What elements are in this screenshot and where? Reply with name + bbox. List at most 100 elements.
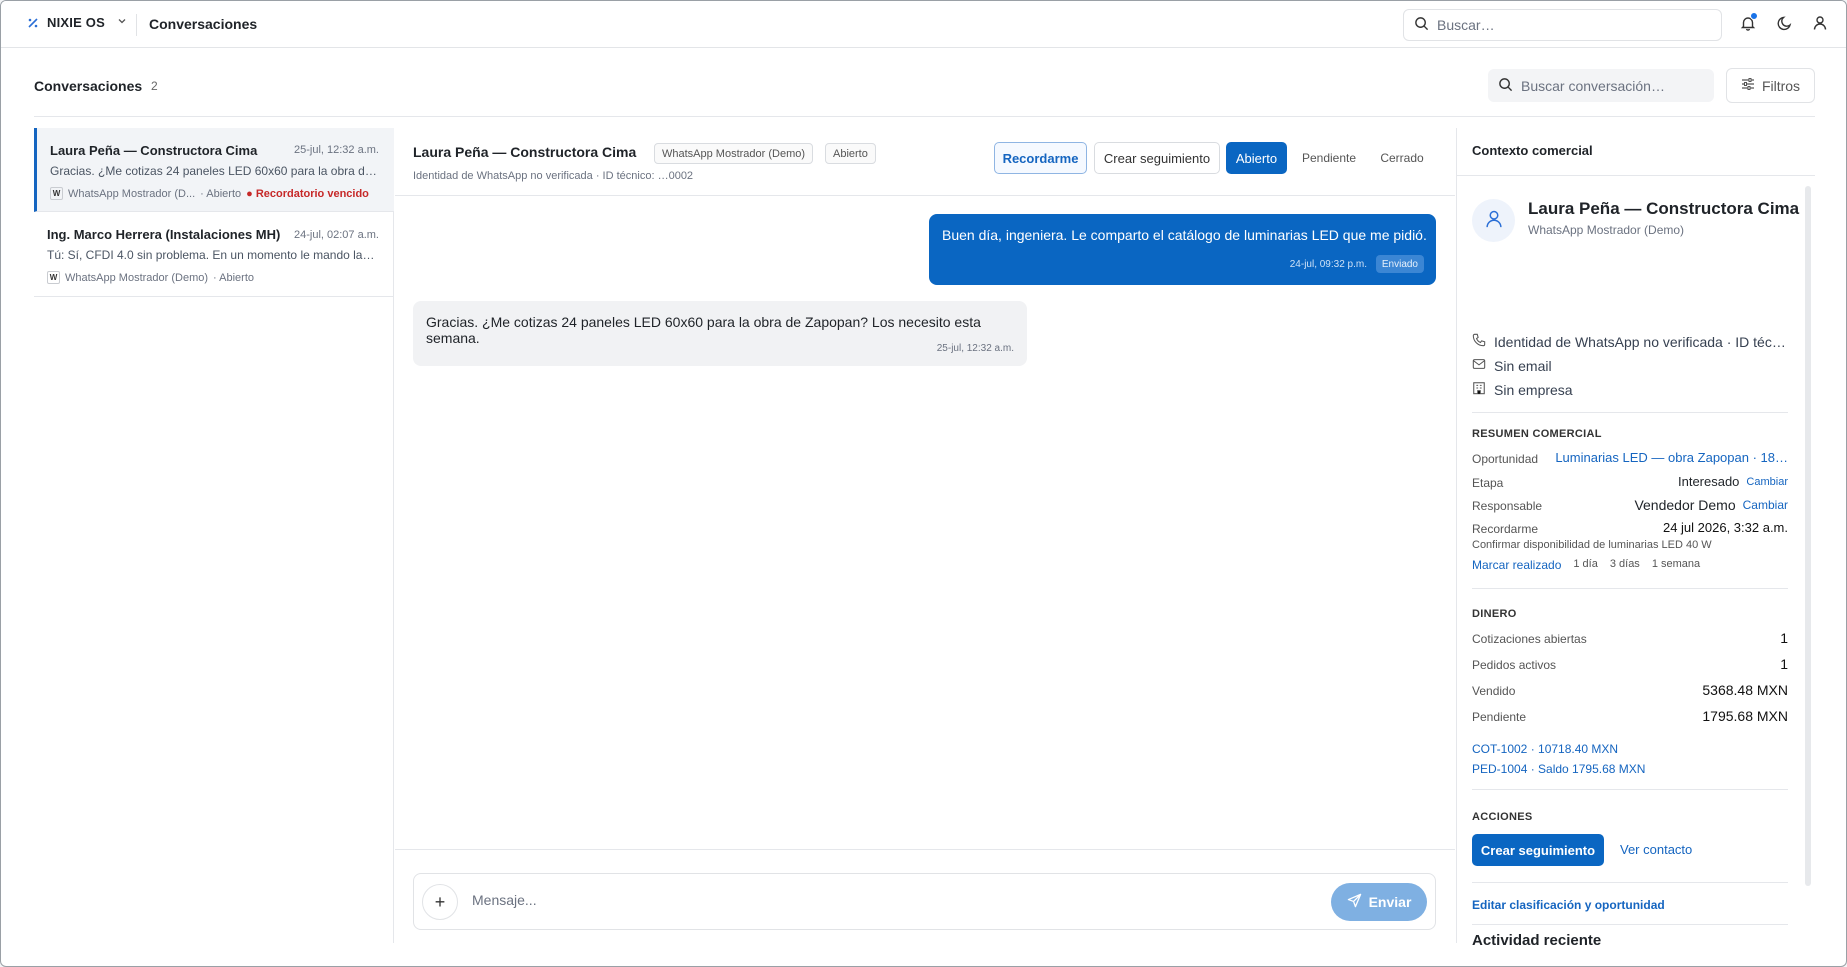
chevron-down-icon (117, 16, 127, 29)
actions-heading: ACCIONES (1472, 811, 1533, 823)
stage-label: Etapa (1472, 476, 1504, 490)
owner-row: Responsable Vendedor Demo Cambiar (1472, 497, 1788, 515)
money-label: Pedidos activos (1472, 658, 1557, 672)
conversation-count: 2 (151, 79, 158, 93)
company-row: Sin empresa (1472, 381, 1573, 398)
conversation-search-input[interactable]: Buscar conversación… (1488, 69, 1714, 102)
snooze-3-days[interactable]: 3 días (1610, 558, 1640, 572)
money-row: Pedidos activos 1 (1472, 656, 1788, 674)
status-pending-button[interactable]: Pendiente (1293, 142, 1365, 174)
email-text: Sin email (1494, 357, 1552, 374)
message-time: 24-jul, 09:32 p.m. (1289, 259, 1367, 270)
chat-identity-subtitle: Identidad de WhatsApp no verificada · ID… (413, 170, 694, 182)
edit-classification-link[interactable]: Editar clasificación y oportunidad (1472, 898, 1665, 912)
owner-label: Responsable (1472, 499, 1543, 513)
brand-name: NIXIE OS (47, 15, 105, 30)
company-text: Sin empresa (1494, 381, 1573, 398)
opportunity-link[interactable]: Luminarias LED — obra Zapopan · 18… (1555, 450, 1788, 465)
whatsapp-channel-icon: W (47, 271, 60, 284)
summary-heading: RESUMEN COMERCIAL (1472, 428, 1602, 440)
context-contact-name: Laura Peña — Constructora Cima (1528, 199, 1800, 218)
stage-row: Etapa Interesado Cambiar (1472, 474, 1788, 492)
opportunity-label: Oportunidad (1472, 452, 1539, 466)
workspace-switcher[interactable]: NIXIE OS (27, 15, 127, 30)
sliders-icon (1741, 77, 1755, 94)
money-label: Pendiente (1472, 710, 1527, 724)
quote-link[interactable]: COT-1002 · 10718.40 MXN (1472, 742, 1618, 756)
conversation-meta: W WhatsApp Mostrador (Demo) · Abierto (47, 271, 254, 284)
conversation-item[interactable]: Laura Peña — Constructora Cima 25-jul, 1… (34, 128, 394, 212)
divider (1457, 175, 1815, 176)
conversation-channel: WhatsApp Mostrador (D... (68, 187, 196, 200)
app-window: NIXIE OS Conversaciones Buscar… Conversa… (0, 0, 1847, 967)
reminder-row: Recordarme 24 jul 2026, 3:32 a.m. (1472, 520, 1788, 538)
conversation-name: Ing. Marco Herrera (Instalaciones MH) (47, 227, 281, 242)
create-followup-button[interactable]: Crear seguimiento (1094, 142, 1220, 174)
message-input[interactable]: Mensaje... (472, 892, 537, 908)
conversation-time: 25-jul, 12:32 a.m. (294, 144, 379, 156)
conversation-list: Laura Peña — Constructora Cima 25-jul, 1… (34, 128, 394, 943)
conversation-status: · Abierto (200, 187, 242, 200)
divider (1472, 789, 1788, 790)
notification-dot (1750, 12, 1758, 20)
divider (136, 14, 137, 36)
building-icon (1472, 381, 1486, 398)
conversation-time: 24-jul, 02:07 a.m. (294, 229, 379, 241)
phone-icon (1472, 333, 1486, 350)
search-icon (1498, 77, 1513, 95)
message-status-badge: Enviado (1375, 255, 1424, 273)
divider (1472, 412, 1788, 413)
change-stage-link[interactable]: Cambiar (1746, 476, 1788, 488)
conversation-item[interactable]: Ing. Marco Herrera (Instalaciones MH) 24… (34, 212, 394, 297)
conversation-meta: W WhatsApp Mostrador (D... · Abierto ● R… (50, 187, 369, 200)
conversation-search-placeholder: Buscar conversación… (1521, 77, 1665, 94)
user-menu-button[interactable] (1809, 13, 1831, 35)
global-search-input[interactable]: Buscar… (1403, 9, 1722, 41)
notifications-button[interactable] (1737, 12, 1759, 35)
message-text: Buen día, ingeniera. Le comparto el catá… (942, 227, 1427, 243)
mark-done-link[interactable]: Marcar realizado (1472, 558, 1561, 572)
view-contact-link[interactable]: Ver contacto (1620, 842, 1692, 857)
filters-button[interactable]: Filtros (1726, 68, 1815, 103)
conversation-name: Laura Peña — Constructora Cima (50, 143, 258, 158)
message-text: Gracias. ¿Me cotizas 24 paneles LED 60x6… (426, 314, 981, 346)
snooze-1-week[interactable]: 1 semana (1652, 558, 1700, 572)
change-owner-link[interactable]: Cambiar (1743, 498, 1788, 512)
chat-panel: Laura Peña — Constructora Cima WhatsApp … (395, 128, 1455, 943)
overdue-reminder-badge: ● Recordatorio vencido (246, 187, 369, 200)
order-link[interactable]: PED-1004 · Saldo 1795.68 MXN (1472, 762, 1645, 776)
moon-icon (1777, 15, 1793, 34)
identity-text: Identidad de WhatsApp no verificada · ID… (1494, 333, 1786, 350)
search-icon (1414, 16, 1429, 34)
owner-value: Vendedor Demo (1634, 497, 1736, 513)
opportunity-row: Oportunidad Luminarias LED — obra Zapopa… (1472, 450, 1788, 468)
incoming-message: Gracias. ¿Me cotizas 24 paneles LED 60x6… (413, 301, 1027, 366)
money-label: Vendido (1472, 684, 1516, 698)
money-label: Cotizaciones abiertas (1472, 632, 1587, 646)
chat-header: Laura Peña — Constructora Cima WhatsApp … (395, 128, 1455, 196)
user-icon (1484, 209, 1504, 232)
channel-tag: WhatsApp Mostrador (Demo) (654, 143, 814, 164)
commercial-context-panel: Contexto comercial Laura Peña — Construc… (1456, 128, 1815, 949)
global-search-placeholder: Buscar… (1437, 17, 1495, 33)
status-closed-button[interactable]: Cerrado (1369, 142, 1435, 174)
message-time: 25-jul, 12:32 a.m. (936, 343, 1014, 354)
theme-toggle-button[interactable] (1774, 13, 1796, 35)
send-button[interactable]: Enviar (1331, 883, 1427, 921)
section-title: Conversaciones (149, 16, 258, 32)
status-open-button[interactable]: Abierto (1226, 142, 1287, 174)
page-title: Conversaciones (34, 78, 143, 94)
remind-me-button[interactable]: Recordarme (994, 142, 1087, 174)
divider (395, 849, 1455, 850)
user-icon (1812, 15, 1828, 34)
attach-button[interactable]: + (422, 884, 458, 920)
snooze-1-day[interactable]: 1 día (1573, 558, 1597, 572)
avatar (1472, 199, 1515, 242)
outgoing-message: Buen día, ingeniera. Le comparto el catá… (929, 214, 1436, 285)
create-followup-button[interactable]: Crear seguimiento (1472, 834, 1604, 866)
scrollbar[interactable] (1805, 186, 1811, 886)
divider (1472, 882, 1788, 883)
reminder-value: 24 jul 2026, 3:32 a.m. (1662, 520, 1788, 535)
stage-value-group: Interesado Cambiar (1678, 474, 1788, 489)
conversation-preview: Tú: Sí, CFDI 4.0 sin problema. En un mom… (47, 248, 377, 262)
